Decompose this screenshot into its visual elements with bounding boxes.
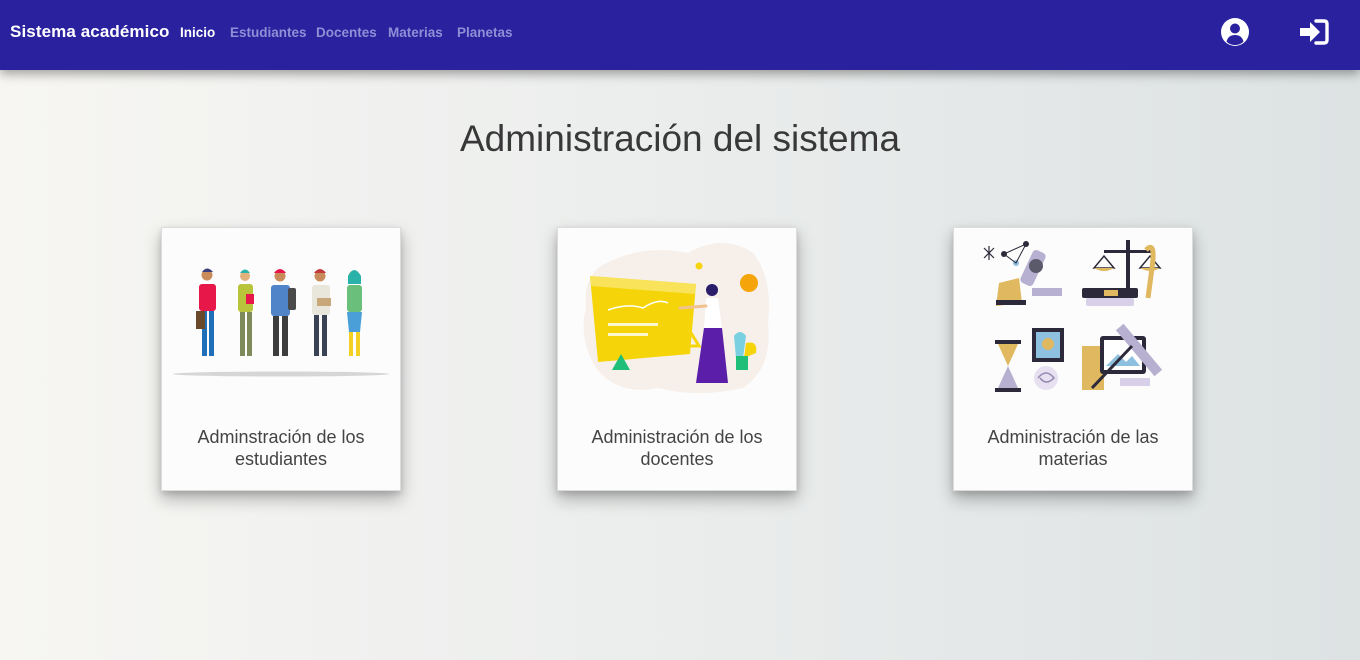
- brand-title[interactable]: Sistema académico: [10, 22, 170, 42]
- card-teachers[interactable]: Administración de los docentes: [557, 227, 797, 491]
- students-group-illustration: [162, 228, 400, 408]
- nav-item-inicio[interactable]: Inicio: [180, 25, 215, 40]
- top-navbar: Sistema académico Inicio Estudiantes Doc…: [0, 0, 1360, 70]
- sign-in-icon[interactable]: [1299, 18, 1329, 48]
- nav-item-materias[interactable]: Materias: [388, 25, 443, 40]
- nav-item-estudiantes[interactable]: Estudiantes: [230, 25, 307, 40]
- card-students-label: Adminstración de los estudiantes: [197, 427, 365, 469]
- page-title: Administración del sistema: [459, 118, 901, 159]
- teacher-presentation-illustration: [558, 228, 796, 408]
- subjects-collage-illustration: [954, 228, 1192, 408]
- card-subjects[interactable]: Administración de las materias: [953, 227, 1193, 491]
- card-subjects-label: Administración de las materias: [987, 427, 1159, 469]
- user-circle-icon[interactable]: [1220, 17, 1250, 47]
- card-teachers-label: Administración de los docentes: [591, 427, 763, 469]
- card-students[interactable]: Adminstración de los estudiantes: [161, 227, 401, 491]
- nav-item-docentes[interactable]: Docentes: [316, 25, 377, 40]
- nav-item-planetas[interactable]: Planetas: [457, 25, 513, 40]
